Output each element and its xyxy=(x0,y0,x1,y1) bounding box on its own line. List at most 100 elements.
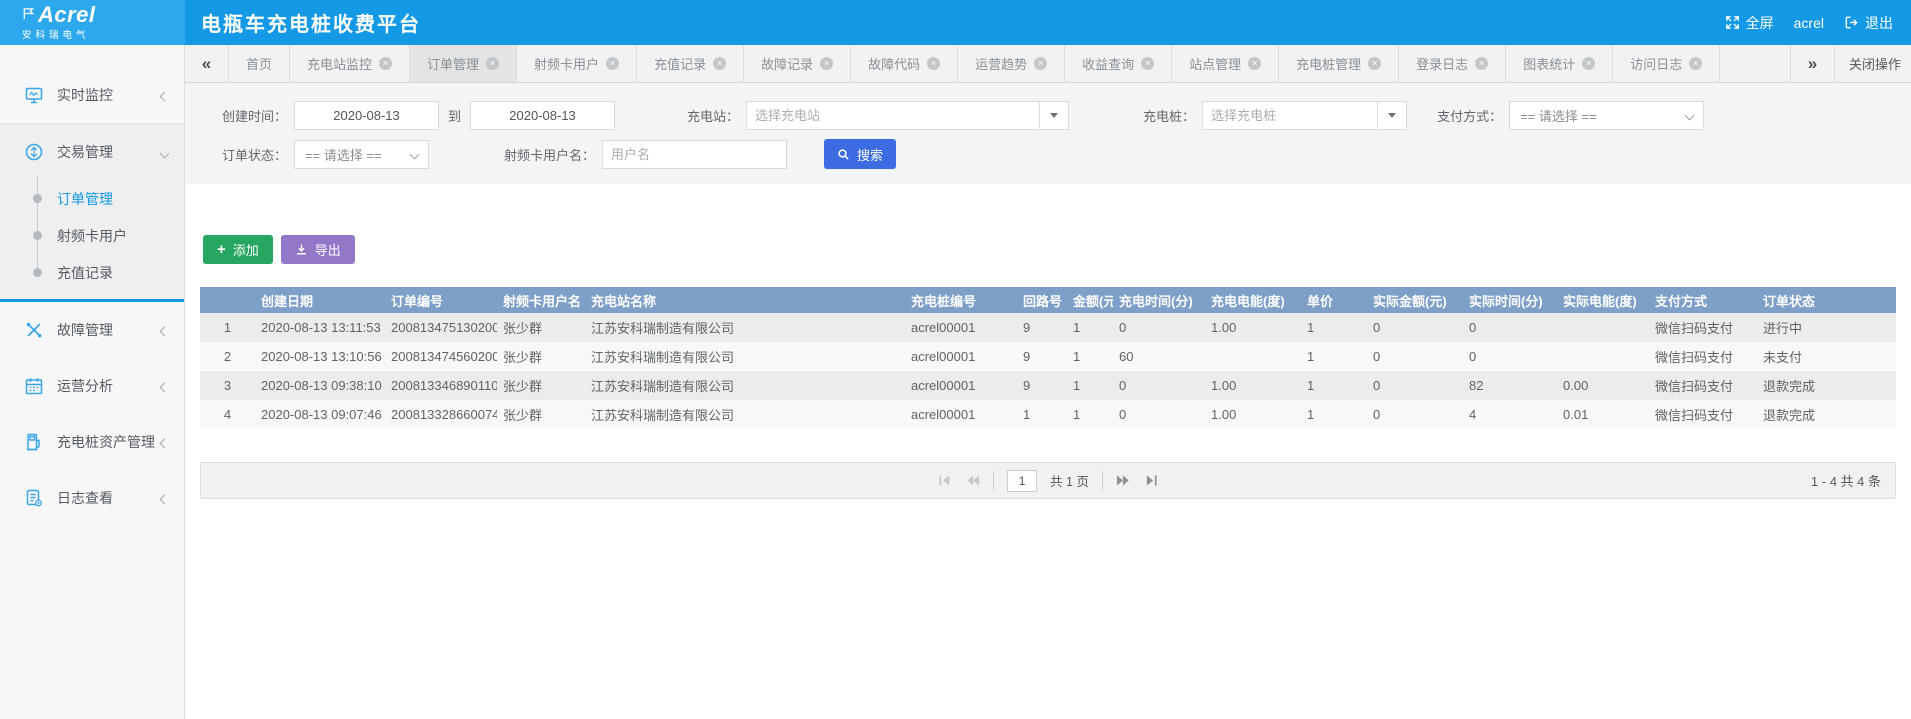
table-row[interactable]: 12020-08-13 13:11:532008134751302008张少群江… xyxy=(200,313,1896,342)
tab-close-icon[interactable]: × xyxy=(606,57,619,70)
table-cell: 0 xyxy=(1463,313,1557,342)
export-button[interactable]: 导出 xyxy=(281,235,355,264)
table-row[interactable]: 22020-08-13 13:10:562008134745602002张少群江… xyxy=(200,342,1896,371)
table-cell: 张少群 xyxy=(497,371,585,400)
sidebar-group-realtime-monitor: 实时监控 xyxy=(0,67,184,123)
tab-0[interactable]: 首页 xyxy=(229,45,290,82)
tab-11[interactable]: 登录日志× xyxy=(1399,45,1506,82)
column-header[interactable]: 充电站名称 xyxy=(585,287,905,313)
tabs-scroll-left-icon[interactable]: « xyxy=(185,45,229,82)
bullet-icon xyxy=(33,231,42,240)
chevron-left-icon xyxy=(161,434,168,450)
station-input[interactable] xyxy=(746,101,1039,130)
column-header[interactable]: 实际时间(分) xyxy=(1463,287,1557,313)
tab-close-icon[interactable]: × xyxy=(820,57,833,70)
tab-10[interactable]: 充电桩管理× xyxy=(1279,45,1399,82)
username-label: acrel xyxy=(1794,15,1824,31)
tab-5[interactable]: 故障记录× xyxy=(744,45,851,82)
tab-close-icon[interactable]: × xyxy=(927,57,940,70)
column-header[interactable]: 充电桩编号 xyxy=(905,287,1017,313)
sidebar-item-fault-mgmt[interactable]: 故障管理 xyxy=(0,302,184,358)
sidebar-item-log-view[interactable]: 日志查看 xyxy=(0,470,184,526)
next-page-button[interactable] xyxy=(1116,473,1131,488)
date-from-input[interactable] xyxy=(294,101,439,130)
column-header[interactable]: 支付方式 xyxy=(1649,287,1757,313)
sidebar-subitem-order-mgmt[interactable]: 订单管理 xyxy=(0,180,184,217)
sidebar-item-operation-analysis[interactable]: 运营分析 xyxy=(0,358,184,414)
column-header[interactable]: 充电时间(分) xyxy=(1113,287,1205,313)
tab-close-icon[interactable]: × xyxy=(713,57,726,70)
sidebar-item-transaction-mgmt[interactable]: 交易管理 xyxy=(0,124,184,180)
station-dropdown-button[interactable] xyxy=(1039,101,1069,130)
table-cell xyxy=(1557,313,1649,342)
tab-7[interactable]: 运营趋势× xyxy=(958,45,1065,82)
pile-input[interactable] xyxy=(1202,101,1377,130)
sidebar-subitem-recharge-records[interactable]: 充值记录 xyxy=(0,254,184,291)
column-header[interactable]: 实际电能(度) xyxy=(1557,287,1649,313)
fullscreen-button[interactable]: 全屏 xyxy=(1725,13,1774,33)
order-status-select[interactable]: == 请选择 == xyxy=(294,140,429,169)
sidebar-group-fault-mgmt: 故障管理 xyxy=(0,302,184,358)
tab-close-icon[interactable]: × xyxy=(1034,57,1047,70)
rfid-user-label: 射频卡用户名： xyxy=(504,145,595,164)
last-page-button[interactable] xyxy=(1144,473,1159,488)
pager-controls: 共 1 页 xyxy=(937,470,1159,492)
calendar-icon xyxy=(24,376,44,396)
pile-dropdown-button[interactable] xyxy=(1377,101,1407,130)
table-row[interactable]: 42020-08-13 09:07:462008133286600746张少群江… xyxy=(200,400,1896,429)
column-header[interactable]: 射频卡用户名 xyxy=(497,287,585,313)
tab-9[interactable]: 站点管理× xyxy=(1172,45,1279,82)
tab-close-icon[interactable]: × xyxy=(1689,57,1702,70)
tab-close-icon[interactable]: × xyxy=(1582,57,1595,70)
column-header[interactable]: 单价 xyxy=(1301,287,1367,313)
date-to-input[interactable] xyxy=(470,101,615,130)
column-header[interactable]: 金额(元 xyxy=(1067,287,1113,313)
add-button[interactable]: + 添加 xyxy=(203,235,273,264)
tab-close-icon[interactable]: × xyxy=(1368,57,1381,70)
tabs-scroll-right-icon[interactable]: » xyxy=(1790,45,1834,82)
table-cell: 1.00 xyxy=(1205,313,1301,342)
tab-8[interactable]: 收益查询× xyxy=(1065,45,1172,82)
column-header[interactable]: 订单编号 xyxy=(385,287,497,313)
tab-label: 图表统计 xyxy=(1523,54,1575,73)
tab-close-icon[interactable]: × xyxy=(1141,57,1154,70)
tab-13[interactable]: 访问日志× xyxy=(1613,45,1720,82)
sidebar-item-realtime-monitor[interactable]: 实时监控 xyxy=(0,67,184,123)
first-page-button[interactable] xyxy=(937,473,952,488)
tab-6[interactable]: 故障代码× xyxy=(851,45,958,82)
logout-button[interactable]: 退出 xyxy=(1844,13,1893,33)
column-header[interactable]: 回路号 xyxy=(1017,287,1067,313)
column-header[interactable]: 创建日期 xyxy=(255,287,385,313)
previous-page-button[interactable] xyxy=(965,473,980,488)
close-operations-menu[interactable]: 关闭操作 xyxy=(1834,45,1911,82)
rfid-user-input[interactable] xyxy=(602,140,787,169)
column-header[interactable]: 订单状态 xyxy=(1757,287,1896,313)
table-row[interactable]: 32020-08-13 09:38:102008133468901101张少群江… xyxy=(200,371,1896,400)
column-header[interactable]: 充电电能(度) xyxy=(1205,287,1301,313)
page-number-input[interactable] xyxy=(1007,470,1037,492)
pile-label: 充电桩： xyxy=(1143,106,1195,125)
search-button[interactable]: 搜索 xyxy=(824,139,896,169)
sidebar-subitem-rfid-card-users[interactable]: 射频卡用户 xyxy=(0,217,184,254)
table-cell: 张少群 xyxy=(497,313,585,342)
username[interactable]: acrel xyxy=(1794,15,1824,31)
tab-1[interactable]: 充电站监控× xyxy=(290,45,410,82)
tab-close-icon[interactable]: × xyxy=(379,57,392,70)
table-cell: 60 xyxy=(1113,342,1205,371)
tab-2[interactable]: 订单管理× xyxy=(410,45,517,82)
column-header[interactable]: 实际金额(元) xyxy=(1367,287,1463,313)
sidebar-item-pile-asset-mgmt[interactable]: 充电桩资产管理 xyxy=(0,414,184,470)
column-header-rownum xyxy=(200,287,255,313)
sidebar-group-operation-analysis: 运营分析 xyxy=(0,358,184,414)
tab-close-icon[interactable]: × xyxy=(1475,57,1488,70)
tab-4[interactable]: 充值记录× xyxy=(637,45,744,82)
tab-close-icon[interactable]: × xyxy=(486,57,499,70)
tab-3[interactable]: 射频卡用户× xyxy=(517,45,637,82)
table-cell: 2020-08-13 13:10:56 xyxy=(255,342,385,371)
pay-method-select[interactable]: == 请选择 == xyxy=(1509,101,1704,130)
sidebar-item-label: 故障管理 xyxy=(57,320,113,340)
table-cell: 江苏安科瑞制造有限公司 xyxy=(585,371,905,400)
tab-close-icon[interactable]: × xyxy=(1248,57,1261,70)
table-cell: 0 xyxy=(1463,342,1557,371)
tab-12[interactable]: 图表统计 × xyxy=(1506,45,1613,82)
